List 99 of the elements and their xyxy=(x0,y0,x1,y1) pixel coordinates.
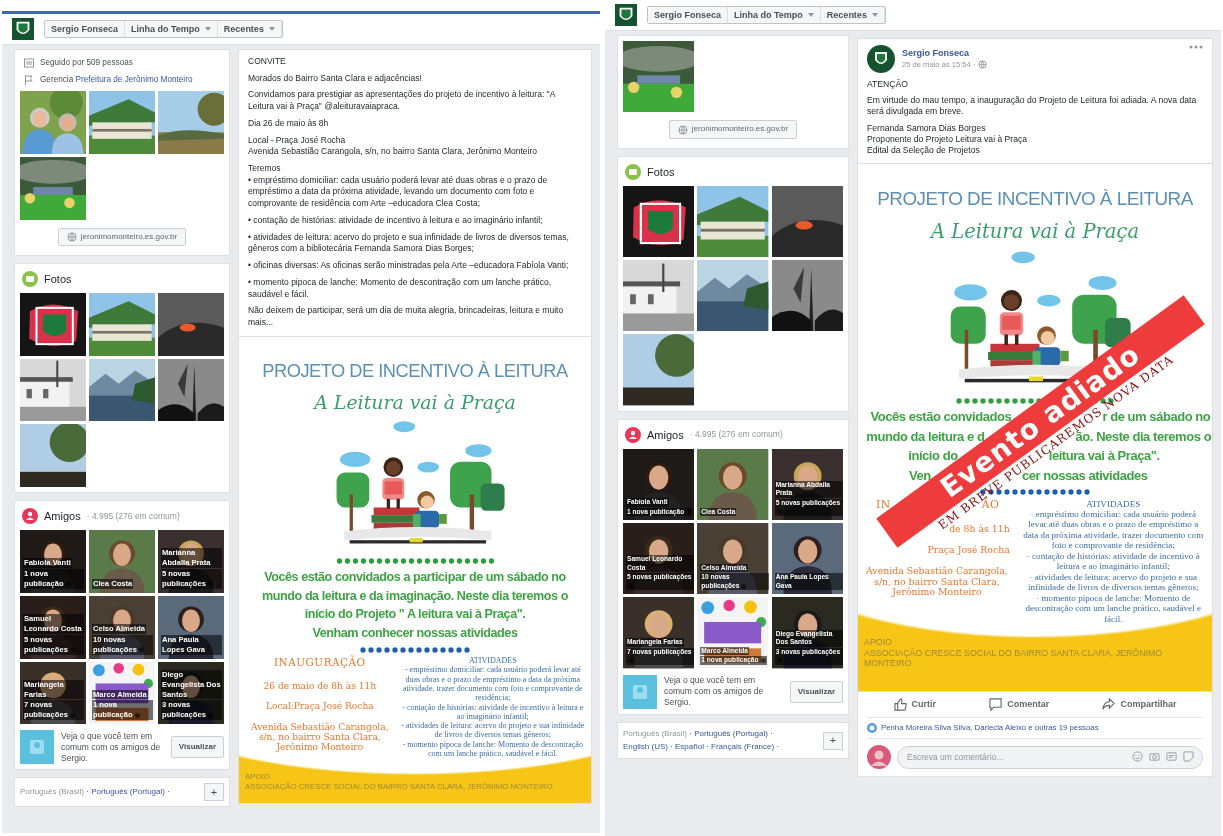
flyer-text: 26 de maio de 8h às 11h xyxy=(263,680,377,692)
language-link[interactable]: English (US) xyxy=(623,741,668,751)
website-link[interactable]: jeronimomonteiro.es.gov.br xyxy=(668,120,798,139)
like-icon xyxy=(893,698,907,712)
post-text: ATENÇÃO xyxy=(867,79,909,91)
caret-icon xyxy=(871,13,878,17)
flyer-text: mundo da leitura e da imaginação. Neste dia teremos o xyxy=(262,587,568,605)
post-text: CONVITE xyxy=(248,56,287,68)
compare-text: Veja o que você tem em comum com os amigos de Sergio. xyxy=(61,730,162,764)
post-text: • oficinas diversas: As oficinas serão ministradas pela Arte –educadora Fabíola Vanti; xyxy=(248,260,570,272)
post-text: • momento pipoca de lanche: Momento de descontração com um lanche prático, saudável e fácil. xyxy=(248,276,552,301)
people-icon xyxy=(623,674,657,709)
post-text: Em virtude do mau tempo, a inauguração do Projeto de Leitura foi adiada. A nova data será divulgada em breve. xyxy=(867,95,1198,118)
flyer-title: PROJETO DE INCENTIVO À LEITURA xyxy=(877,186,1193,211)
post-text: Local - Praça José Rocha Avenida Sebastião Carangola, s/n, no bairro Santa Clara, Jerônimo Monteiro xyxy=(248,134,538,159)
author-name[interactable]: Sergio Fonseca xyxy=(902,48,988,60)
flyer-text: ATIVIDADES xyxy=(467,656,518,666)
website-link[interactable]: jeronimomonteiro.es.gov.br xyxy=(57,227,187,247)
more-icon[interactable] xyxy=(1189,45,1203,49)
friend-count: · 4.995 (276 em comum) xyxy=(86,510,180,522)
gif-icon[interactable] xyxy=(1166,750,1177,762)
language-link[interactable]: Português (Portugal) xyxy=(91,786,165,796)
flyer-text: Vocês estão convidados a participar de um sábado no xyxy=(264,568,566,586)
new-dot-icon xyxy=(760,657,766,663)
caret-icon xyxy=(204,27,211,31)
flyer-text: Ven xyxy=(909,466,931,485)
emoji-icon[interactable] xyxy=(1132,750,1143,762)
post-text: Morados do Bairro Santa Clara e adjacências! xyxy=(248,72,423,85)
globe-icon xyxy=(677,124,688,135)
caret-icon xyxy=(268,27,275,31)
reaction-icon xyxy=(867,723,877,734)
photos-icon xyxy=(625,163,641,180)
view-button[interactable]: Visualizar xyxy=(789,680,843,703)
post-text: Convidamos para prestigiar as apresentações do projeto de incentivo à leitura: "A Leitura vai à Praça" @aleituravaiapraca. xyxy=(248,89,557,113)
menu-button[interactable]: Sergio Fonseca xyxy=(45,20,126,38)
language-list: Português (Brasil) · Português (Portugal) · English (US) · Español · Français (France) · xyxy=(623,727,817,754)
post-text: Fernanda Samora Dias Borges Proponente do Projeto Leitura vai à Praça Edital da Seleção de Projetos xyxy=(867,122,1029,157)
caret-icon xyxy=(807,13,814,17)
flyer-text: Avenida Sebastião Carangola, s/n, no bairro Santa Clara, Jerônimo Monteiro xyxy=(250,721,390,753)
flyer-text: Local:Praça José Rocha xyxy=(265,701,374,712)
globe-icon xyxy=(66,231,77,242)
section-title: Amigos xyxy=(647,427,684,442)
user-avatar xyxy=(867,745,891,770)
language-link[interactable]: Français (France) xyxy=(711,741,775,751)
post-text: Teremos • empréstimo domiciliar: cada usuário poderá levar até duas obras e o prazo de empréstimo a data da próxima atividade, levando um documento com foto e comprovante de residência com Arte –educadora Clea Costa; xyxy=(248,163,549,210)
logo-icon[interactable] xyxy=(615,4,637,26)
comment-field[interactable]: Escreva um comentário... xyxy=(897,745,1203,769)
view-button[interactable]: Visualizar xyxy=(170,736,224,759)
post-text: Dia 26 de maio às 8h xyxy=(248,117,330,130)
menu-button[interactable]: Sergio Fonseca xyxy=(648,6,729,24)
photos-icon xyxy=(22,271,38,288)
new-dot-icon xyxy=(134,712,140,718)
new-dot-icon xyxy=(629,583,634,589)
comment-icon xyxy=(989,698,1003,712)
new-dot-icon xyxy=(777,509,783,515)
friends-icon xyxy=(625,426,641,443)
friend-count: · 4.995 (276 em comum) xyxy=(689,429,783,441)
flyer-text: - empréstimo domiciliar: cada usuário poderá levar até duas obras e o prazo de empréstimo a data da próxima atividade, trazer documento com foto e comprovante de residência; - contação de histórias: atividade de incentivo à leitura e ao imaginário infantil; - atividades de leitura: acervo do projeto e sua infinidade de livros de diversos temas gêneros; - momento pipoca de lanche: Momento de descontração com um lanche prático, saudável e fácil. xyxy=(400,665,585,759)
flyer-text: ASSOCIAÇÃO CRESCE SOCIAL DO BAIRRO SANTA CLARA, JERÔNIMO MONTEIRO xyxy=(864,647,1164,670)
sticker-icon[interactable] xyxy=(1183,750,1194,762)
flyer-text: IN xyxy=(876,498,891,511)
share-icon xyxy=(1102,698,1116,712)
compare-text: Veja o que você tem em comum com os amigos de Sergio. xyxy=(664,675,765,709)
new-dot-icon xyxy=(686,509,692,515)
new-dot-icon xyxy=(69,712,75,718)
section-title: Fotos xyxy=(44,271,72,287)
section-title: Fotos xyxy=(647,164,675,179)
manager-text: Gerencia Prefeitura de Jerônimo Monteiro xyxy=(40,74,193,86)
post-text: Não deixem de participar, será um dia de muita alegria, brincadeiras, leitura e muito mais... xyxy=(248,305,565,329)
logo-icon[interactable] xyxy=(12,18,34,40)
flag-icon xyxy=(24,75,34,85)
people-icon xyxy=(20,730,54,765)
language-link[interactable]: Español xyxy=(675,741,704,751)
post-text: • atividades de leitura: acervo do projeto e sua infinidade de livros de diversos temas, gêneros com a bibliotecária Fernanda Samora Dias Borges; xyxy=(248,231,570,256)
friends-icon xyxy=(22,508,38,525)
camera-icon[interactable] xyxy=(1149,750,1160,762)
flyer-text: Venham conhecer nossas atividades xyxy=(312,625,518,643)
language-link[interactable]: Português (Portugal) xyxy=(694,728,768,738)
language-list: Português (Brasil) · Português (Portugal) · xyxy=(20,785,198,799)
section-title: Amigos xyxy=(44,509,81,524)
author-avatar[interactable] xyxy=(867,45,895,73)
followers-icon xyxy=(24,58,34,69)
globe-icon xyxy=(978,60,988,70)
flyer-subtitle: A Leitura vai à Praça xyxy=(314,389,516,415)
new-dot-icon xyxy=(629,657,634,663)
flyer-text: início do Projeto " A leitura vai à Praça". xyxy=(304,606,526,624)
post-text: • contação de histórias: atividade de incentivo à leitura e ao imaginário infantil; xyxy=(248,214,544,227)
flyer-text: ATIVIDADES xyxy=(1085,498,1142,509)
flyer-text: INAUGURAÇÃO xyxy=(274,656,366,669)
flyer-text: APOIO xyxy=(864,637,893,648)
add-language-button[interactable]: + xyxy=(204,783,224,802)
add-language-button[interactable]: + xyxy=(823,731,843,750)
flyer-text: Avenida Sebastião Carangola, s/n, no bairro Santa Clara, Jerônimo Monteiro xyxy=(865,565,1009,599)
new-dot-icon xyxy=(741,583,747,589)
flyer-title: PROJETO DE INCENTIVO À LEITURA xyxy=(262,358,568,383)
page-link[interactable]: Prefeitura de Jerônimo Monteiro xyxy=(75,74,193,84)
followers-text: Seguido por 509 pessoas xyxy=(40,58,133,69)
new-dot-icon xyxy=(138,647,144,653)
flyer-subtitle: A Leitura vai à Praça xyxy=(930,218,1140,245)
